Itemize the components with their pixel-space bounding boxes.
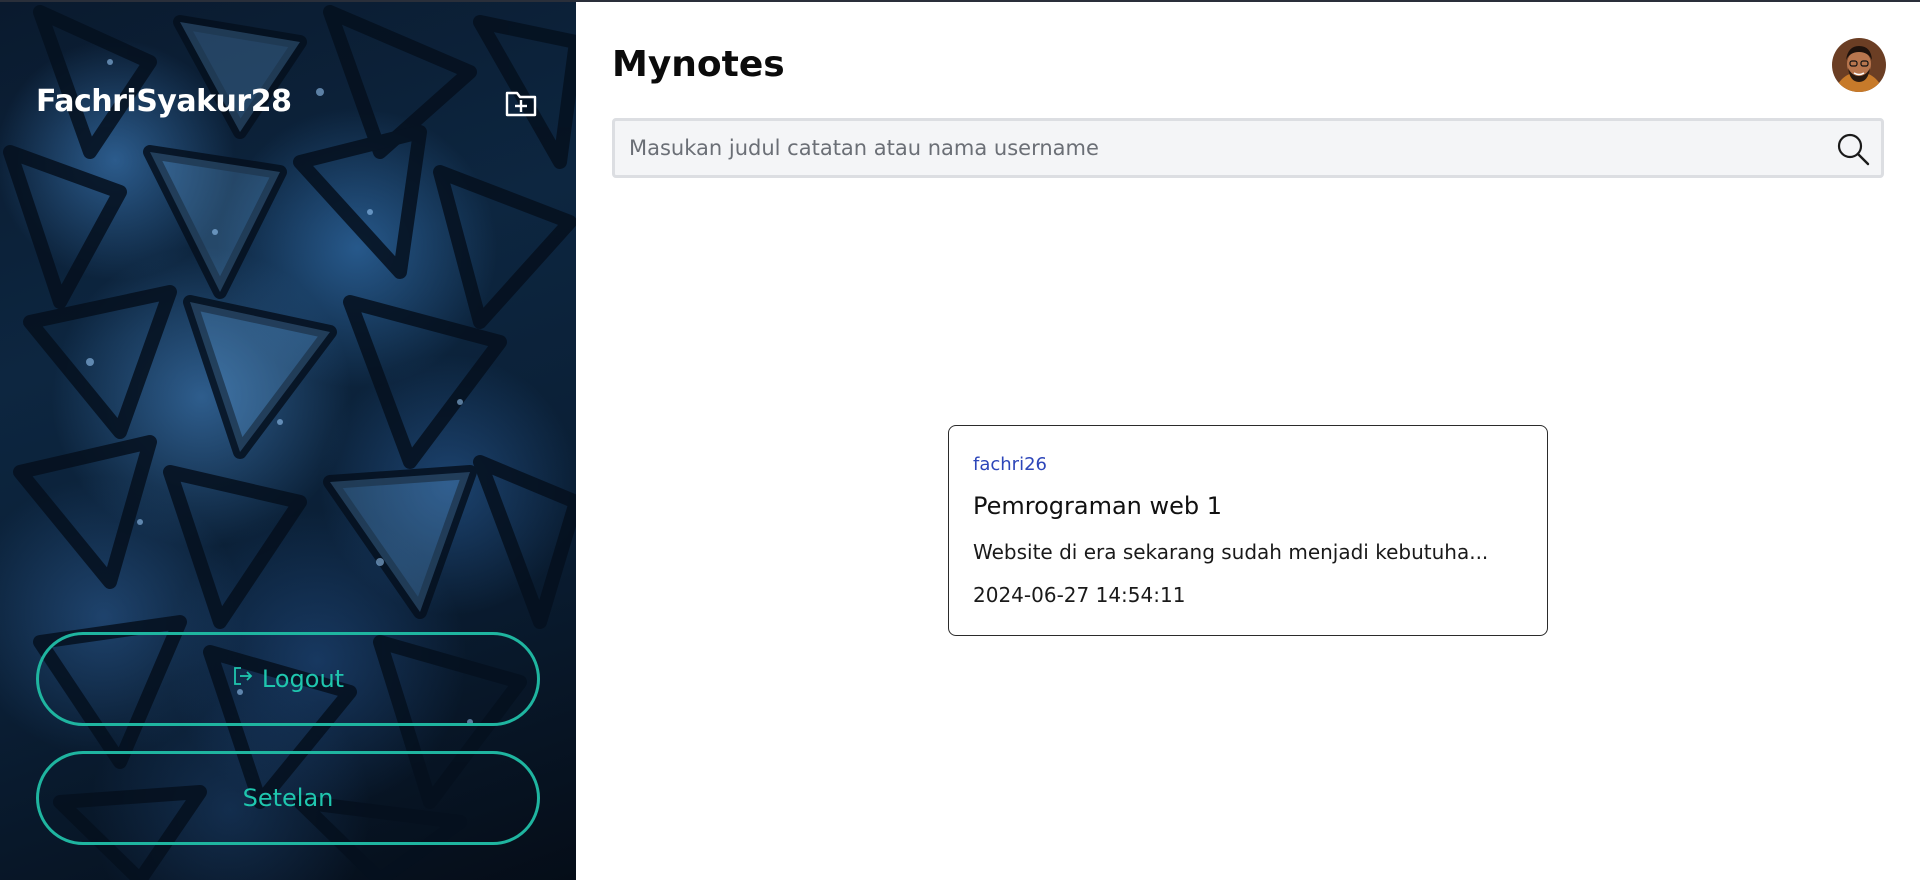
main-content: Mynotes fachri26 [576, 2, 1920, 880]
app-window: FachriSyakur28 Logout Setelan Mynotes Ma… [0, 0, 1920, 880]
note-excerpt: Website di era sekarang sudah menjadi ke… [973, 540, 1489, 564]
logout-label: Logout [261, 665, 345, 693]
sidebar-background-art [3, 5, 576, 880]
settings-label: Setelan [242, 784, 334, 812]
search-input[interactable] [627, 121, 1807, 175]
folder-plus-icon [505, 91, 537, 117]
add-folder-button[interactable] [504, 88, 538, 118]
search-icon [1837, 133, 1870, 166]
logout-icon [234, 667, 253, 685]
page-title: Mynotes [612, 44, 785, 85]
note-title: Pemrograman web 1 [973, 492, 1223, 520]
note-card[interactable]: fachri26 Pemrograman web 1 Website di er… [948, 425, 1548, 636]
avatar[interactable] [1832, 38, 1886, 92]
user-avatar-icon [1832, 38, 1886, 92]
search-bar [612, 118, 1884, 178]
sidebar-username: FachriSyakur28 [36, 84, 292, 119]
note-date: 2024-06-27 14:54:11 [973, 583, 1186, 607]
logout-button[interactable]: Logout [36, 632, 540, 726]
search-button[interactable] [1835, 131, 1871, 167]
note-author[interactable]: fachri26 [973, 454, 1047, 475]
sidebar: FachriSyakur28 Logout Setelan [0, 2, 576, 880]
settings-button[interactable]: Setelan [36, 751, 540, 845]
